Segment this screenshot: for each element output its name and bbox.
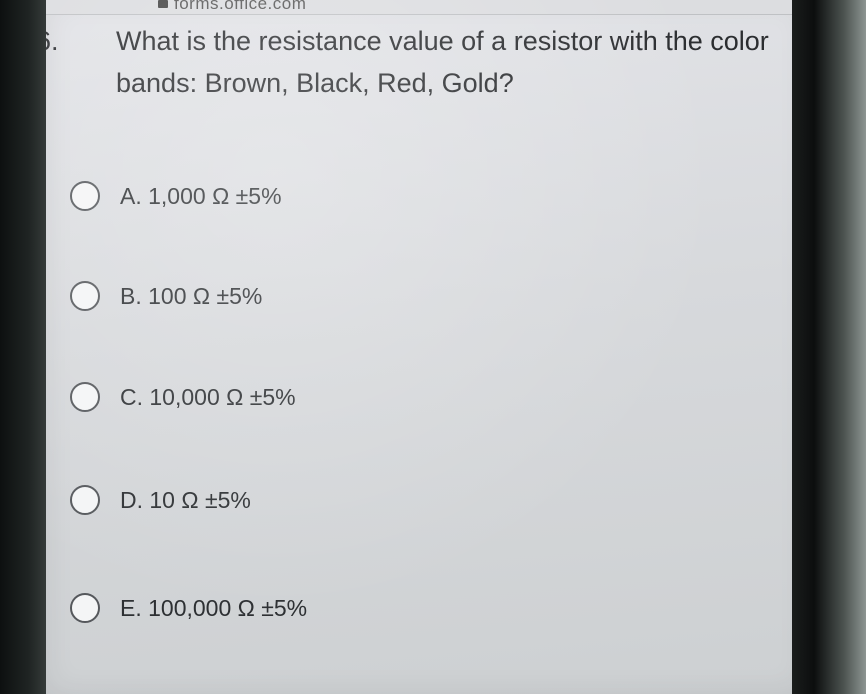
radio-button-icon[interactable]: [70, 181, 100, 211]
phone-bezel-left: [0, 0, 52, 694]
option-d[interactable]: D. 10 Ω ±5%: [70, 480, 251, 520]
question-number: 6.: [46, 26, 59, 56]
option-label: C. 10,000 Ω ±5%: [120, 383, 296, 410]
radio-button-icon[interactable]: [70, 382, 100, 412]
question-block: 6. What is the resistance value of a resi…: [46, 20, 776, 104]
option-label: B. 100 Ω ±5%: [120, 282, 263, 309]
radio-button-icon[interactable]: [70, 485, 100, 515]
option-c[interactable]: C. 10,000 Ω ±5%: [70, 377, 296, 417]
url-text: forms.office.com: [174, 0, 307, 13]
browser-url-bar[interactable]: forms.office.com: [46, 0, 806, 15]
option-e[interactable]: E. 100,000 Ω ±5%: [70, 588, 307, 628]
phone-bezel-right: [792, 0, 866, 694]
option-label: E. 100,000 Ω ±5%: [120, 594, 308, 621]
photo-stage: forms.office.com 6. What is the resistanc…: [0, 0, 866, 694]
radio-button-icon[interactable]: [70, 281, 100, 311]
phone-screen: forms.office.com 6. What is the resistanc…: [46, 0, 806, 694]
option-b[interactable]: B. 100 Ω ±5%: [70, 276, 262, 316]
lock-icon: [158, 0, 168, 8]
option-a[interactable]: A. 1,000 Ω ±5%: [70, 176, 282, 216]
option-label: D. 10 Ω ±5%: [120, 486, 251, 513]
question-text: What is the resistance value of a resist…: [116, 26, 769, 98]
radio-button-icon[interactable]: [70, 593, 100, 623]
question-line: 6. What is the resistance value of a resi…: [46, 20, 776, 104]
option-label: A. 1,000 Ω ±5%: [120, 182, 282, 209]
